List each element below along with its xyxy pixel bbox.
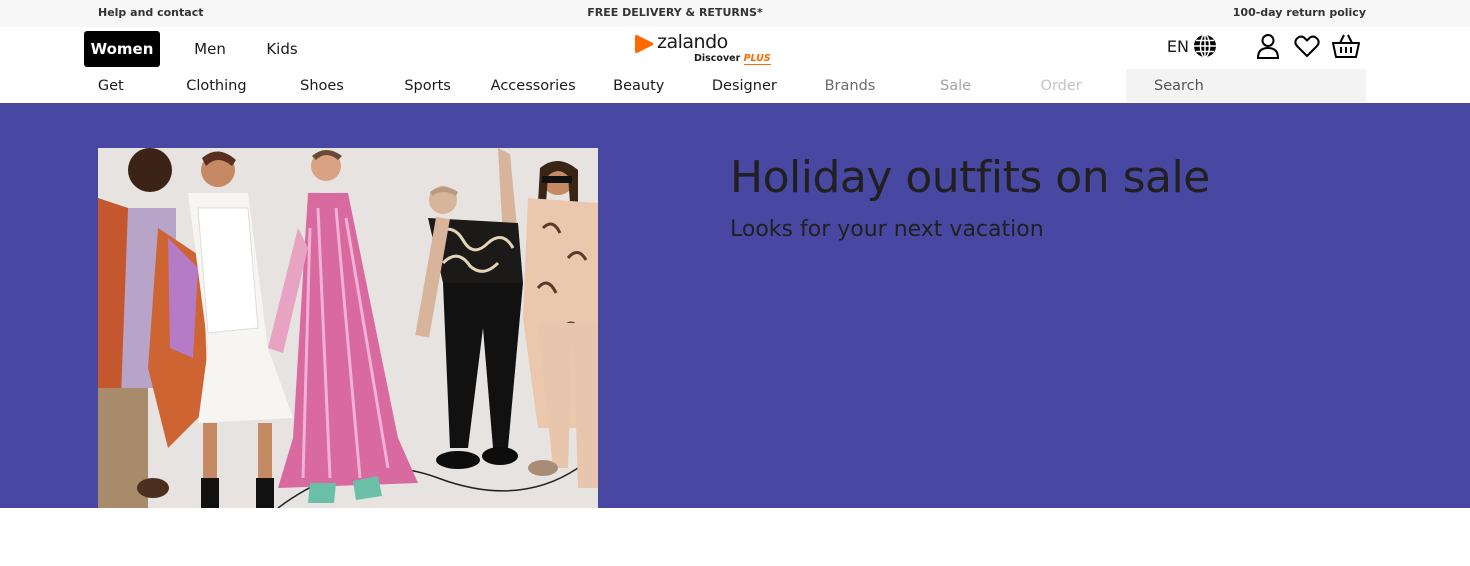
tab-men[interactable]: Men [182, 31, 238, 67]
utility-bar: Help and contact FREE DELIVERY & RETURNS… [0, 0, 1470, 27]
hero-subtitle: Looks for your next vacation [730, 217, 1044, 242]
category-nav: Get Clothing Shoes Sports Accessories Be… [58, 69, 1114, 103]
basket-icon [1332, 34, 1360, 58]
user-icon [1256, 34, 1280, 59]
wishlist-button[interactable] [1293, 32, 1321, 60]
hero-image[interactable] [98, 148, 598, 508]
account-button[interactable] [1254, 32, 1282, 60]
language-label: EN [1166, 36, 1189, 56]
hero-photo-illustration [98, 148, 598, 508]
nav-designer[interactable]: Designer [692, 78, 798, 94]
globe-icon [1194, 34, 1216, 58]
nav-beauty[interactable]: Beauty [586, 78, 692, 94]
nav-shoes[interactable]: Shoes [269, 78, 375, 94]
zalando-logo-icon [635, 34, 654, 54]
nav-get[interactable]: Get [58, 78, 164, 94]
free-delivery-banner: FREE DELIVERY & RETURNS* [587, 6, 763, 19]
tab-kids[interactable]: Kids [254, 31, 310, 67]
header-actions: EN [1167, 30, 1360, 62]
logo-subtitle: Discover PLUS [694, 53, 771, 65]
nav-sale[interactable]: Sale [903, 78, 1009, 94]
hero-title: Holiday outfits on sale [730, 152, 1210, 203]
nav-order[interactable]: Order [1008, 78, 1114, 94]
cart-button[interactable] [1332, 32, 1360, 60]
heart-icon [1294, 35, 1320, 57]
logo-sub-plus: PLUS [743, 53, 771, 65]
nav-accessories[interactable]: Accessories [480, 78, 586, 94]
nav-brands[interactable]: Brands [797, 78, 903, 94]
return-policy-link[interactable]: 100-day return policy [1233, 6, 1366, 19]
site-header: Women Men Kids zalando Discover PLUS EN [0, 27, 1470, 103]
logo-wordmark: zalando [657, 31, 728, 53]
nav-sports[interactable]: Sports [375, 78, 481, 94]
nav-clothing[interactable]: Clothing [164, 78, 270, 94]
tab-women[interactable]: Women [84, 31, 160, 67]
zalando-logo[interactable]: zalando Discover PLUS [634, 31, 774, 65]
gender-tabs: Women Men Kids [84, 31, 320, 67]
logo-sub-discover: Discover [694, 53, 741, 64]
search-input[interactable] [1126, 69, 1366, 102]
hero-banner[interactable]: Holiday outfits on sale Looks for your n… [0, 103, 1470, 508]
language-selector[interactable]: EN [1167, 34, 1217, 58]
